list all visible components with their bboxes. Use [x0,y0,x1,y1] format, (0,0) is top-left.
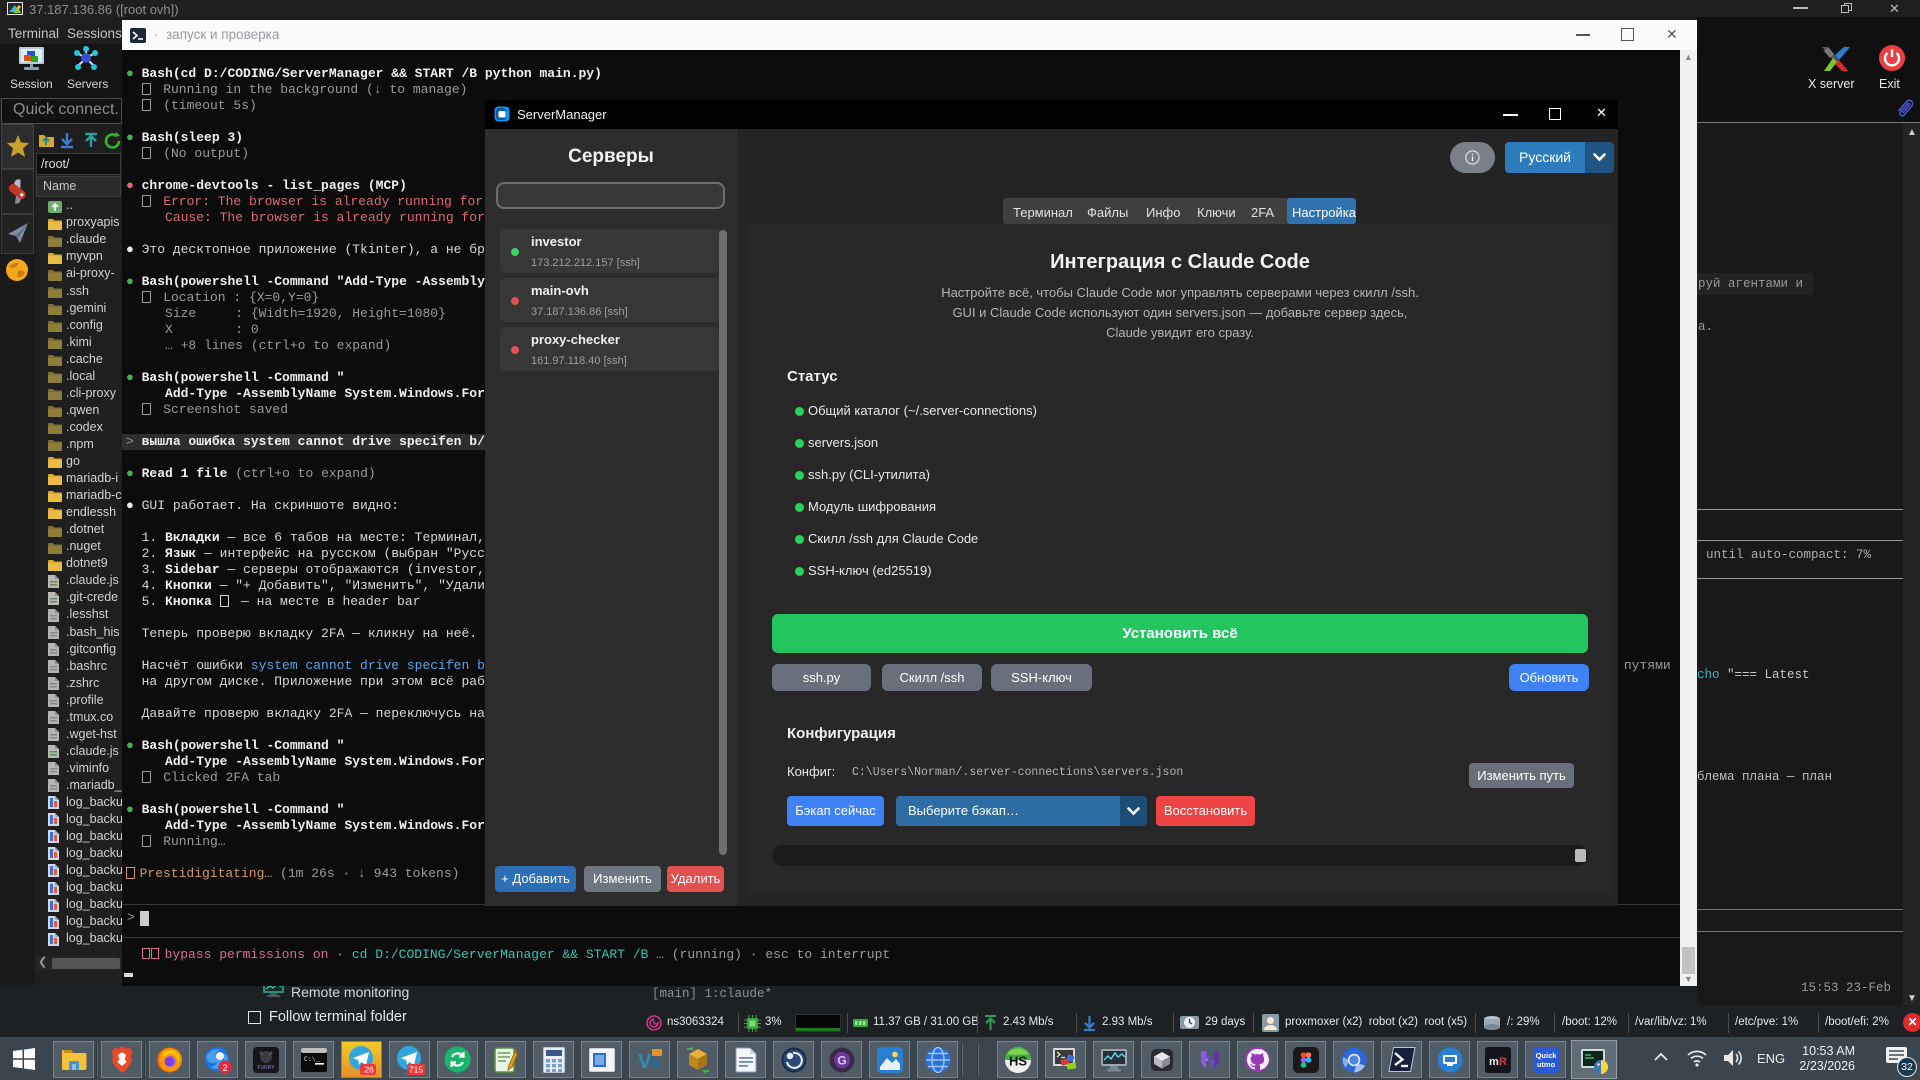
svg-text:R: R [1499,1056,1507,1068]
svg-text:715: 715 [408,1064,422,1074]
svg-text:2: 2 [222,1062,227,1073]
svg-text:C:\_: C:\_ [304,1056,320,1063]
svg-text:Quick: Quick [1535,1051,1557,1060]
svg-text:FURRY: FURRY [257,1065,275,1071]
svg-text:utmo: utmo [1536,1060,1555,1069]
svg-text:m: m [1489,1056,1499,1068]
svg-text:.26: .26 [362,1064,374,1074]
svg-text:G: G [837,1053,846,1067]
svg-text:HS: HS [1008,1053,1026,1068]
svg-text:b: b [650,1055,660,1072]
